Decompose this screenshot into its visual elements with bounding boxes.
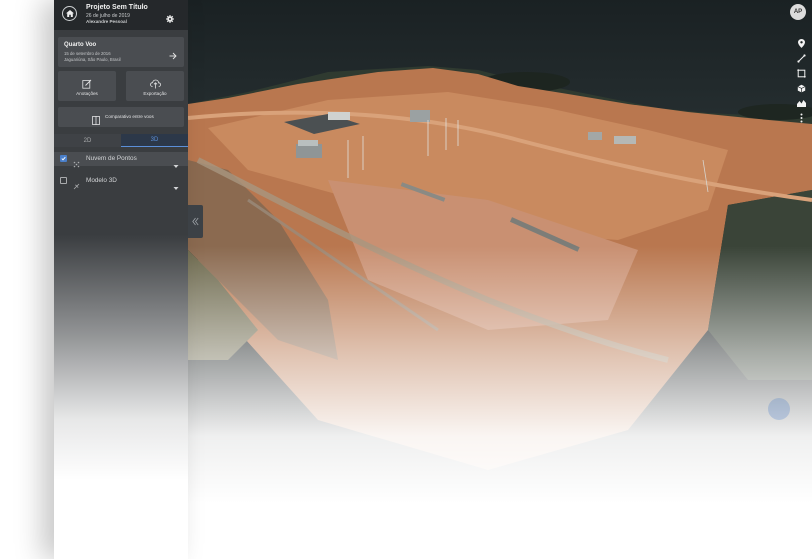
compare-split-icon (92, 112, 100, 125)
measure-line-icon[interactable] (795, 53, 807, 63)
tab-3d[interactable]: 3D (121, 134, 188, 147)
layer-3d-model[interactable]: Modelo 3D (54, 174, 188, 190)
collapse-sidebar-button[interactable] (188, 205, 203, 238)
cloud-upload-icon (150, 76, 161, 89)
gear-icon (166, 15, 174, 23)
chevron-down-icon[interactable] (173, 178, 179, 190)
model-3d-checkbox[interactable] (60, 177, 67, 184)
area-square-icon[interactable] (795, 68, 807, 78)
project-title: Projeto Sem Título (86, 4, 148, 11)
flight-date: 15 de setembro de 2016 (64, 51, 111, 56)
layer-point-cloud[interactable]: Nuvem de Pontos (54, 152, 188, 168)
project-header: Projeto Sem Título 26 de julho de 2019 A… (54, 0, 188, 30)
model-3d-label: Modelo 3D (86, 177, 117, 184)
map-tools-strip (794, 38, 808, 123)
project-user: Alexandre Pessoal (86, 19, 127, 24)
tab-2d[interactable]: 2D (54, 134, 121, 147)
compare-flights-button[interactable]: Comparativo entre voos (58, 107, 184, 127)
export-button[interactable]: Exportação (126, 71, 184, 101)
home-button[interactable] (62, 6, 77, 21)
double-chevron-left-icon (192, 217, 199, 226)
point-cloud-viewport[interactable]: AP (188, 0, 812, 559)
compare-flights-label: Comparativo entre voos (105, 114, 154, 119)
project-sidebar: Projeto Sem Título 26 de julho de 2019 A… (54, 0, 188, 559)
annotations-label: Anotações (76, 91, 98, 96)
settings-button[interactable] (166, 10, 174, 23)
point-cloud-icon (73, 155, 80, 168)
point-cloud-checkbox[interactable] (60, 155, 67, 162)
model-3d-icon (73, 177, 80, 190)
annotations-button[interactable]: Anotações (58, 71, 116, 101)
flight-location: Jaguariúna, São Paulo, Brasil (64, 57, 121, 62)
home-icon (65, 10, 74, 17)
view-mode-tabs: 2D 3D (54, 134, 188, 147)
viewport-fade-overlay (188, 0, 812, 559)
flight-name: Quarto Voo (64, 42, 97, 48)
chevron-down-icon[interactable] (173, 156, 179, 168)
flight-card[interactable]: Quarto Voo 15 de setembro de 2016 Jaguar… (58, 37, 184, 67)
elevation-profile-icon[interactable] (795, 98, 807, 108)
edit-note-icon (82, 76, 92, 89)
arrow-right-icon (169, 47, 177, 60)
volume-cube-icon[interactable] (795, 83, 807, 93)
more-vertical-icon[interactable] (795, 113, 807, 123)
floating-action-button[interactable] (768, 398, 790, 420)
location-pin-icon[interactable] (795, 38, 807, 48)
user-avatar[interactable]: AP (790, 4, 806, 20)
export-label: Exportação (143, 91, 167, 96)
point-cloud-label: Nuvem de Pontos (86, 155, 137, 162)
